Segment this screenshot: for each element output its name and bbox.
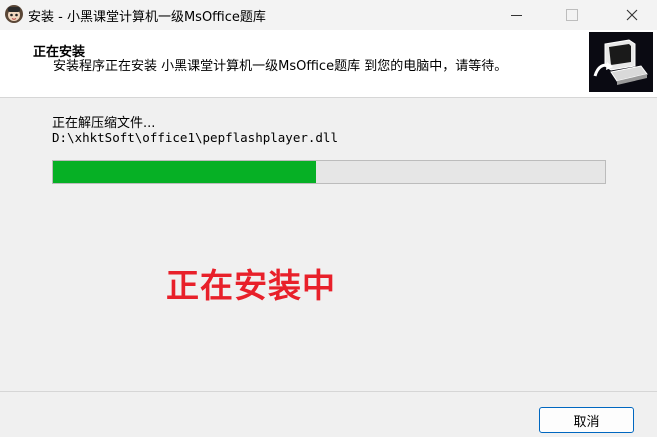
app-icon: [5, 5, 23, 23]
progress-bar-fill: [53, 161, 316, 183]
page-title: 正在安装: [33, 45, 86, 60]
minimize-button[interactable]: [493, 0, 539, 30]
close-button[interactable]: [609, 0, 655, 30]
close-icon: [626, 9, 638, 21]
installing-label: 正在安装中: [166, 266, 336, 305]
installer-computer-icon: [589, 32, 653, 92]
minimize-icon: [510, 14, 522, 16]
header-panel: 正在安装 安装程序正在安装 小黑课堂计算机一级MsOffice题库 到您的电脑中…: [0, 30, 657, 98]
maximize-button[interactable]: [549, 0, 595, 30]
maximize-icon: [566, 9, 578, 21]
progress-bar: [52, 160, 606, 184]
cancel-button[interactable]: 取消: [539, 407, 634, 433]
status-text: 正在解压缩文件...: [52, 116, 156, 131]
current-file-path: D:\xhktSoft\office1\pepflashplayer.dll: [52, 130, 338, 145]
window-title: 安装 - 小黑课堂计算机一级MsOffice题库: [28, 10, 266, 25]
page-description: 安装程序正在安装 小黑课堂计算机一级MsOffice题库 到您的电脑中，请等待。: [53, 59, 508, 74]
footer-divider: [0, 391, 657, 392]
title-bar: 安装 - 小黑课堂计算机一级MsOffice题库: [0, 0, 657, 30]
